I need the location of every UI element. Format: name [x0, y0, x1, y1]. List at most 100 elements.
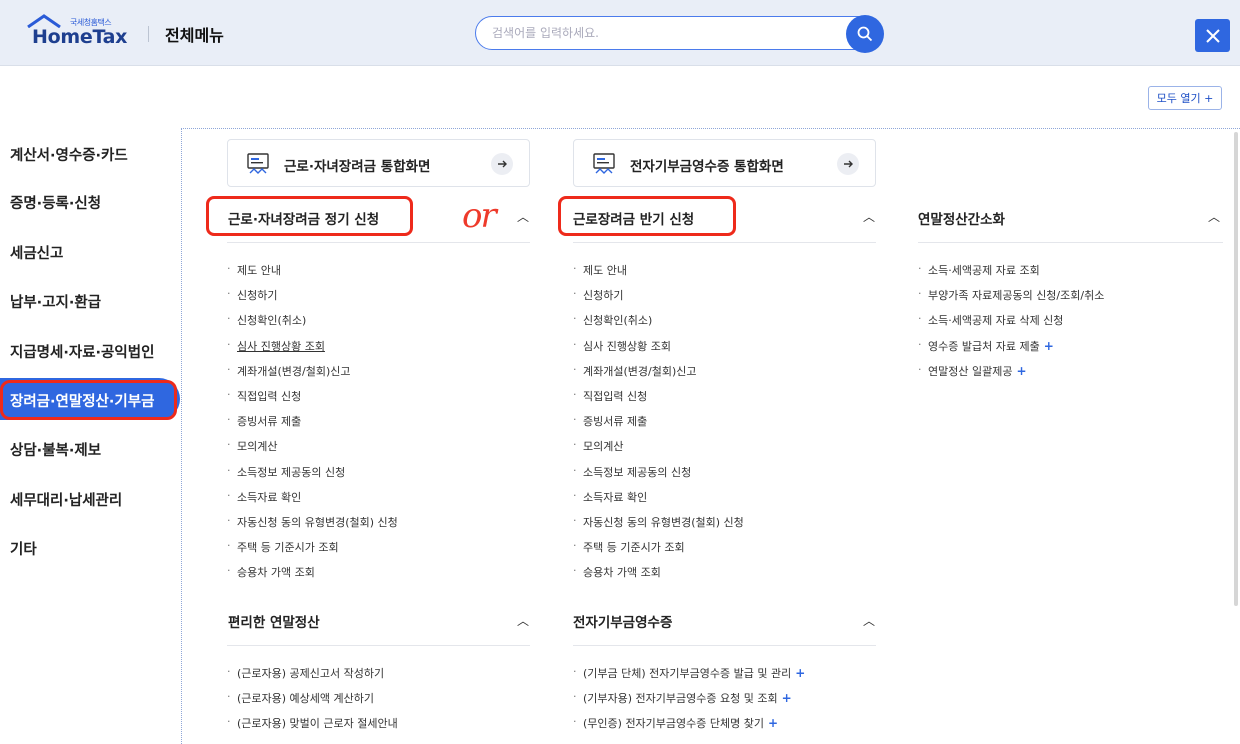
- scrollbar[interactable]: [1234, 132, 1238, 606]
- menu-item[interactable]: (기부자용) 전자기부금영수증 요청 및 조회 +: [573, 690, 805, 715]
- plus-icon[interactable]: +: [1016, 364, 1026, 378]
- menu-item[interactable]: 소득자료 확인: [227, 489, 398, 514]
- menu-item[interactable]: 신청하기: [227, 287, 398, 312]
- arrow-right-icon: [837, 153, 859, 175]
- menu-item[interactable]: 소득자료 확인: [573, 489, 744, 514]
- menu-item-label: 연말정산 일괄제공: [928, 364, 1013, 378]
- menu-item[interactable]: 자동신청 동의 유형변경(철회) 신청: [227, 514, 398, 539]
- menu-item-label: 소득·세액공제 자료 조회: [928, 264, 1040, 277]
- section-divider: [918, 242, 1223, 243]
- menu-item[interactable]: 계좌개설(변경/철회)신고: [227, 363, 398, 388]
- menu-item[interactable]: 신청확인(취소): [227, 312, 398, 337]
- menu-list-convenient: (근로자용) 공제신고서 작성하기 (근로자용) 예상세액 계산하기 (근로자용…: [227, 665, 398, 741]
- open-all-button[interactable]: 모두 열기 +: [1148, 86, 1222, 110]
- menu-list-half-year: 제도 안내 신청하기 신청확인(취소) 심사 진행상황 조회 계좌개설(변경/철…: [573, 262, 744, 589]
- menu-item[interactable]: 부양가족 자료제공동의 신청/조회/취소: [918, 287, 1104, 312]
- logo-text: HomeTax: [32, 26, 128, 48]
- header-bar: 국세청홈택스 HomeTax 전체메뉴: [0, 0, 1240, 66]
- content-border-left: [181, 128, 182, 744]
- menu-item[interactable]: 제도 안내: [227, 262, 398, 287]
- sidebar-item-certificate[interactable]: 증명·등록·신청: [10, 192, 101, 213]
- annotation-or-text: or: [462, 196, 497, 236]
- hometax-logo[interactable]: 국세청홈택스 HomeTax: [20, 14, 135, 50]
- sidebar-item-payment[interactable]: 납부·고지·환급: [10, 291, 101, 312]
- annotation-box-sidebar: [0, 380, 177, 420]
- menu-item[interactable]: 계좌개설(변경/철회)신고: [573, 363, 744, 388]
- search-box: [475, 15, 884, 53]
- menu-item[interactable]: 모의계산: [573, 438, 744, 463]
- menu-item[interactable]: 자동신청 동의 유형변경(철회) 신청: [573, 514, 744, 539]
- menu-item[interactable]: 신청확인(취소): [573, 312, 744, 337]
- sidebar-item-agent[interactable]: 세무대리·납세관리: [10, 489, 122, 510]
- content-border-top: [181, 128, 1240, 129]
- plus-icon[interactable]: +: [795, 666, 805, 680]
- menu-item[interactable]: 제도 안내: [573, 262, 744, 287]
- monitor-icon: [247, 153, 269, 174]
- menu-item[interactable]: 신청하기: [573, 287, 744, 312]
- chevron-up-icon[interactable]: ︿: [1208, 208, 1220, 225]
- chevron-up-icon[interactable]: ︿: [863, 208, 875, 225]
- menu-item[interactable]: 소득정보 제공동의 신청: [573, 464, 744, 489]
- menu-item[interactable]: 직접입력 신청: [573, 388, 744, 413]
- chevron-up-icon[interactable]: ︿: [863, 612, 875, 629]
- arrow-right-icon: [491, 153, 513, 175]
- menu-item[interactable]: 영수증 발급처 자료 제출 +: [918, 338, 1104, 363]
- menu-item[interactable]: 심사 진행상황 조회: [227, 338, 398, 363]
- annotation-box-regular: [206, 196, 413, 236]
- monitor-icon: [593, 153, 615, 174]
- close-icon: [1205, 28, 1220, 43]
- menu-item[interactable]: (근로자용) 예상세액 계산하기: [227, 690, 398, 715]
- section-divider: [573, 242, 876, 243]
- section-divider: [227, 242, 530, 243]
- sidebar-item-tax-report[interactable]: 세금신고: [10, 242, 63, 263]
- section-title-electronic-donation[interactable]: 전자기부금영수증: [573, 611, 672, 631]
- search-button[interactable]: [846, 15, 884, 53]
- menu-item-label: 소득·세액공제 자료 삭제 신청: [928, 314, 1064, 328]
- menu-item[interactable]: 증빙서류 제출: [573, 413, 744, 438]
- card-incentive-integrated[interactable]: 근로·자녀장려금 통합화면: [227, 139, 530, 187]
- close-button[interactable]: [1195, 19, 1230, 52]
- menu-item-label: (기부금 단체) 전자기부금영수증 발급 및 관리: [583, 667, 792, 680]
- menu-item[interactable]: 소득·세액공제 자료 삭제 신청: [918, 312, 1104, 337]
- menu-item-label: (기부자용) 전자기부금영수증 요청 및 조회: [583, 692, 778, 706]
- menu-item[interactable]: 승용차 가액 조회: [573, 564, 744, 589]
- section-divider: [227, 645, 530, 646]
- plus-icon[interactable]: +: [782, 691, 792, 705]
- card-donation-integrated[interactable]: 전자기부금영수증 통합화면: [573, 139, 876, 187]
- plus-icon[interactable]: +: [1044, 339, 1054, 353]
- search-input[interactable]: [492, 24, 842, 42]
- menu-item[interactable]: (무인증) 전자기부금영수증 단체명 찾기 +: [573, 715, 805, 740]
- sidebar-item-invoice[interactable]: 계산서·영수증·카드: [10, 144, 128, 165]
- menu-item-label: 부양가족 자료제공동의 신청/조회/취소: [928, 289, 1105, 303]
- menu-list-donation: (기부금 단체) 전자기부금영수증 발급 및 관리+ (기부자용) 전자기부금영…: [573, 665, 805, 741]
- section-divider: [573, 645, 876, 646]
- sidebar-item-etc[interactable]: 기타: [10, 538, 37, 559]
- menu-item[interactable]: (근로자용) 맞벌이 근로자 절세안내: [227, 715, 398, 740]
- card-label: 전자기부금영수증 통합화면: [630, 159, 784, 175]
- menu-item[interactable]: 소득정보 제공동의 신청: [227, 464, 398, 489]
- menu-item[interactable]: 심사 진행상황 조회: [573, 338, 744, 363]
- sidebar-item-consult[interactable]: 상담·불복·제보: [10, 439, 101, 460]
- sidebar-item-statement[interactable]: 지급명세·자료·공익법인: [10, 341, 154, 362]
- section-title-year-end-simplified[interactable]: 연말정산간소화: [918, 208, 1005, 228]
- card-label: 근로·자녀장려금 통합화면: [284, 159, 431, 175]
- header-divider: [148, 26, 149, 42]
- chevron-up-icon[interactable]: ︿: [517, 612, 529, 629]
- chevron-up-icon[interactable]: ︿: [517, 208, 529, 225]
- plus-icon[interactable]: +: [768, 716, 778, 730]
- menu-item[interactable]: 연말정산 일괄제공+: [918, 363, 1104, 388]
- search-icon: [857, 26, 873, 42]
- annotation-box-half-year: [558, 196, 736, 236]
- section-title-convenient-year-end[interactable]: 편리한 연말정산: [228, 611, 320, 631]
- menu-list-regular: 제도 안내 신청하기 신청확인(취소) 심사 진행상황 조회 계좌개설(변경/철…: [227, 262, 398, 589]
- menu-item[interactable]: (기부금 단체) 전자기부금영수증 발급 및 관리+: [573, 665, 805, 690]
- menu-item[interactable]: 주택 등 기준시가 조회: [227, 539, 398, 564]
- menu-item[interactable]: 승용차 가액 조회: [227, 564, 398, 589]
- menu-item[interactable]: 모의계산: [227, 438, 398, 463]
- menu-item[interactable]: 증빙서류 제출: [227, 413, 398, 438]
- page-title: 전체메뉴: [165, 26, 224, 45]
- menu-item[interactable]: 직접입력 신청: [227, 388, 398, 413]
- menu-item[interactable]: 소득·세액공제 자료 조회: [918, 262, 1104, 287]
- menu-item[interactable]: 주택 등 기준시가 조회: [573, 539, 744, 564]
- menu-item[interactable]: (근로자용) 공제신고서 작성하기: [227, 665, 398, 690]
